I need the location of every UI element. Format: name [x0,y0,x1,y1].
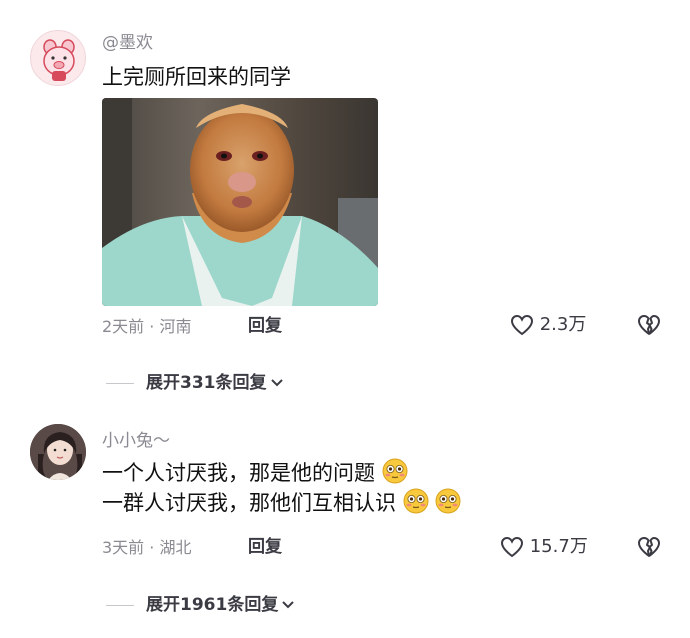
dislike-button[interactable] [637,536,661,558]
comment-text: 上完厕所回来的同学 [102,62,291,92]
reply-button[interactable]: 回复 [248,315,282,337]
comment-text-line-2: 一群人讨厌我，那他们互相认识 [102,491,396,515]
like-count: 15.7万 [529,536,588,557]
girl-avatar-icon [30,424,86,480]
comment-time: 2天前 [102,317,145,336]
comment-meta: 2天前 · 河南 [102,316,191,338]
comment-text-line-1: 一个人讨厌我，那是他的问题 [102,461,375,485]
comment-image[interactable] [102,98,378,306]
comment-text-line: 一个人讨厌我，那是他的问题 [102,458,461,488]
comment-text-line: 一群人讨厌我，那他们互相认识 [102,488,461,518]
expand-replies-label: 展开331条回复 [146,373,267,393]
monkey-photo [102,98,378,306]
like-count: 2.3万 [539,314,587,335]
chevron-down-icon [282,601,295,609]
flushed-emoji-icon [403,488,429,514]
like-button[interactable]: 15.7万 [500,536,588,558]
divider [106,604,134,606]
broken-heart-icon [638,315,660,335]
meta-separator: · [149,317,155,336]
chevron-down-icon [270,379,283,387]
comment-location: 河南 [159,317,192,336]
avatar[interactable] [30,424,86,480]
expand-replies[interactable]: 展开331条回复 [106,372,285,394]
flushed-emoji-icon [382,458,408,484]
comment-text-line: 上完厕所回来的同学 [102,65,291,89]
comment-location: 湖北 [159,538,192,557]
comment-time: 3天前 [102,538,145,557]
comment-text: 一个人讨厌我，那是他的问题 一群人讨厌我，那他们互相认识 [102,458,461,518]
username[interactable]: 小小兔～ [102,430,170,452]
meta-separator: · [149,538,155,557]
broken-heart-icon [638,537,660,557]
comment-item: 小小兔～ 一个人讨厌我，那是他的问题 一群人讨厌我，那他们互相认识 3天前 · … [0,400,690,638]
like-button[interactable]: 2.3万 [510,314,586,336]
pig-avatar-icon [43,39,75,81]
expand-replies[interactable]: 展开1961条回复 [106,594,296,616]
dislike-button[interactable] [637,314,661,336]
comment-meta: 3天前 · 湖北 [102,537,191,559]
flushed-emoji-icon [435,488,461,514]
avatar[interactable] [30,30,86,86]
reply-button[interactable]: 回复 [248,536,282,558]
heart-icon [500,536,524,558]
expand-replies-label: 展开1961条回复 [146,595,279,615]
divider [106,382,134,384]
heart-icon [510,314,534,336]
comment-item: @墨欢 上完厕所回来的同学 2天前 · 河南 回复 2.3万 展开331条回复 [0,0,690,400]
username[interactable]: @墨欢 [102,32,153,54]
